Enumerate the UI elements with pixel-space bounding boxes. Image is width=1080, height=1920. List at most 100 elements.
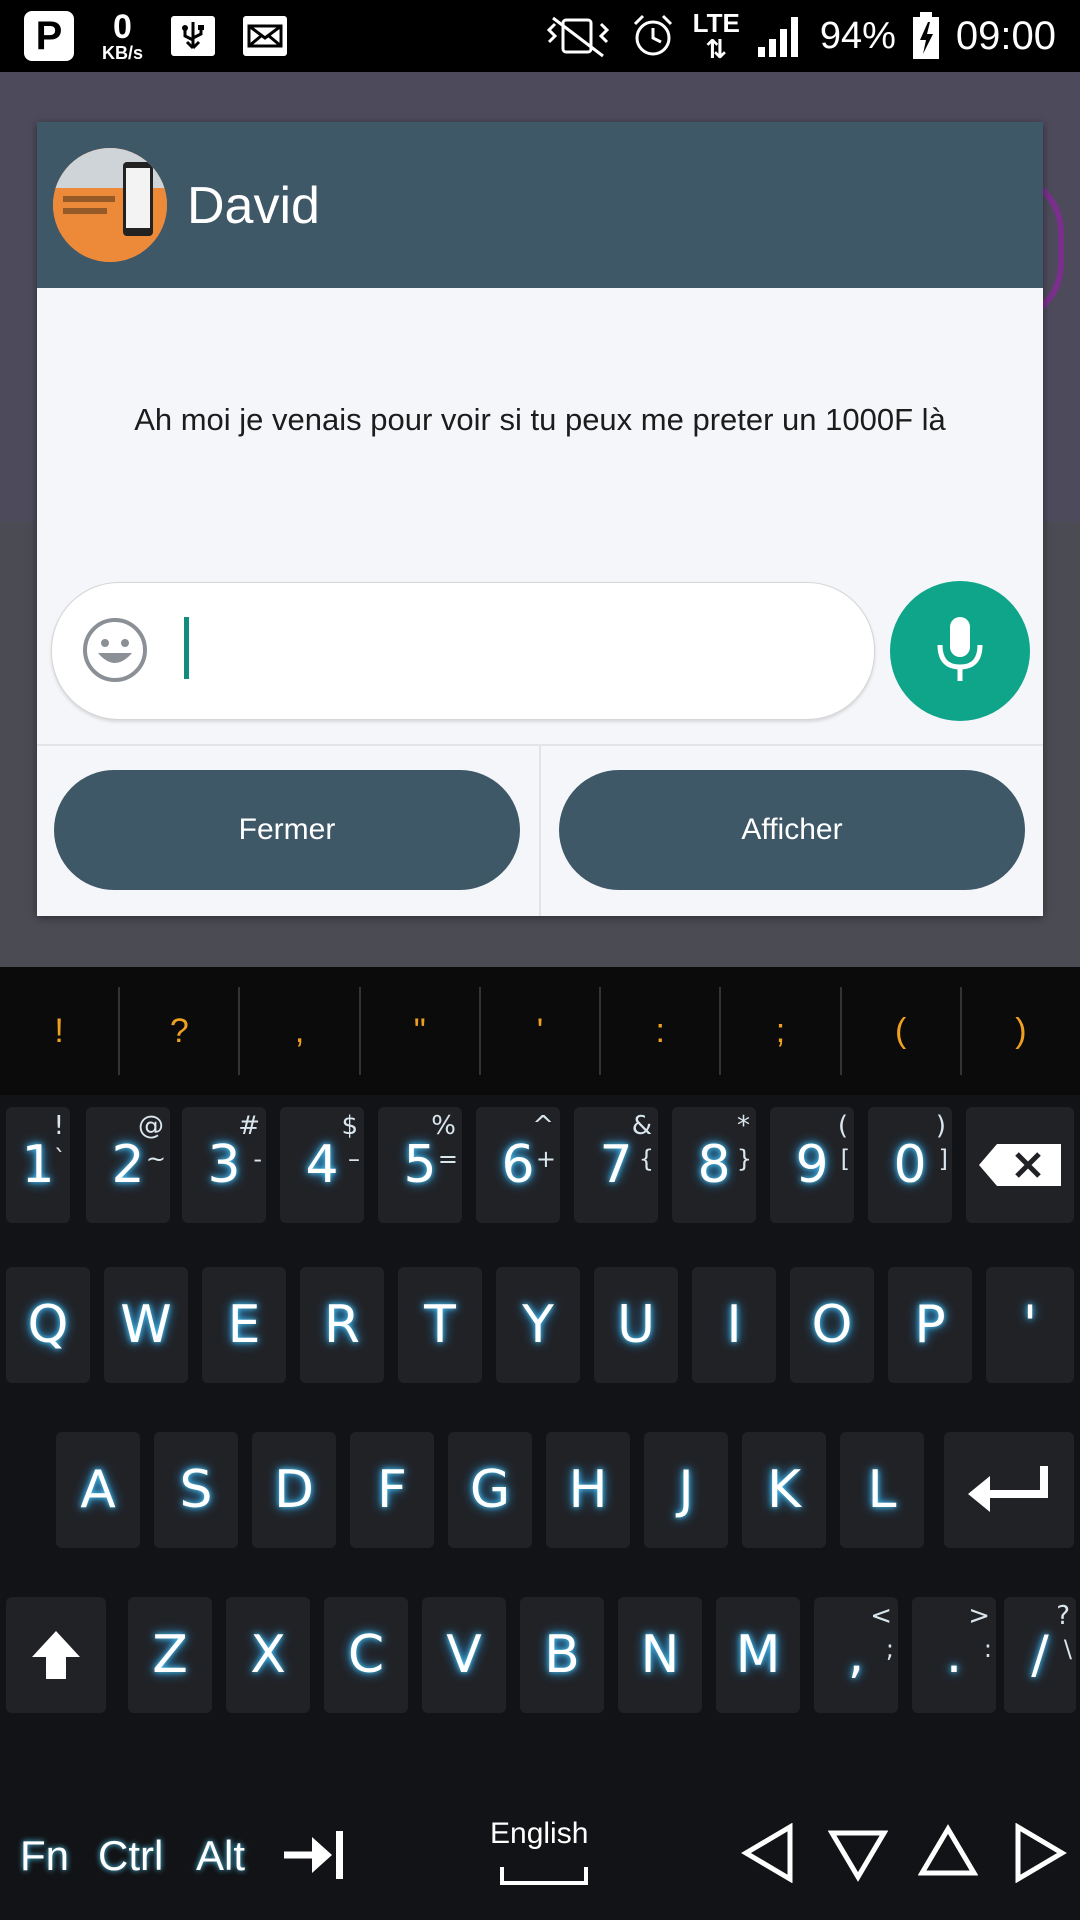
key-7-main: 7 <box>599 1135 633 1195</box>
key-f[interactable]: F <box>350 1432 434 1548</box>
net-speed: 0 KB/s <box>102 10 143 62</box>
symbol-key[interactable]: , <box>240 987 361 1075</box>
key-5-alt: % <box>431 1111 456 1141</box>
symbol-key[interactable]: ! <box>0 987 121 1075</box>
key-slash-main: / <box>1031 1625 1049 1685</box>
usb-icon <box>171 16 216 56</box>
key-slash[interactable]: /? \ <box>1004 1597 1076 1713</box>
key-q[interactable]: Q <box>6 1267 90 1383</box>
symbol-key[interactable]: ' <box>481 987 602 1075</box>
symbol-key[interactable]: ( <box>842 987 962 1075</box>
key-s[interactable]: S <box>154 1432 238 1548</box>
key-1-alt: ! <box>53 1111 64 1141</box>
symbol-key[interactable]: ? <box>120 987 241 1075</box>
key-k[interactable]: K <box>742 1432 826 1548</box>
key-h[interactable]: H <box>546 1432 630 1548</box>
key-comma[interactable]: , <; <box>814 1597 898 1713</box>
key-r[interactable]: R <box>300 1267 384 1383</box>
space-bar-indicator[interactable] <box>500 1867 588 1885</box>
key-comma-main: , <box>847 1625 865 1685</box>
key-g[interactable]: G <box>448 1432 532 1548</box>
key-8-alt: * <box>737 1111 750 1141</box>
status-left: P 0 KB/s <box>24 10 288 62</box>
key-0-alt2: ] <box>938 1145 948 1173</box>
mail-icon <box>243 16 288 56</box>
key-p[interactable]: P <box>888 1267 972 1383</box>
key-u[interactable]: U <box>594 1267 678 1383</box>
backspace-key[interactable] <box>966 1107 1074 1223</box>
shift-key[interactable] <box>6 1597 106 1713</box>
key-l[interactable]: L <box>840 1432 924 1548</box>
show-button[interactable]: Afficher <box>559 770 1025 890</box>
key-0-main: 0 <box>893 1135 927 1195</box>
key-5[interactable]: 5% = <box>378 1107 462 1223</box>
key-t[interactable]: T <box>398 1267 482 1383</box>
signal-icon <box>757 17 798 57</box>
key-7[interactable]: 7 & { <box>574 1107 658 1223</box>
key-3[interactable]: 3 # - <box>182 1107 266 1223</box>
arrow-left-icon[interactable] <box>740 1823 796 1883</box>
key-b[interactable]: B <box>520 1597 604 1713</box>
symbol-key[interactable]: " <box>361 987 481 1075</box>
symbol-key[interactable]: ; <box>721 987 842 1075</box>
key-z[interactable]: Z <box>128 1597 212 1713</box>
key-8[interactable]: 8 *} <box>672 1107 756 1223</box>
symbol-key[interactable]: : <box>601 987 722 1075</box>
avatar <box>53 148 167 262</box>
key-v[interactable]: V <box>422 1597 506 1713</box>
key-e[interactable]: E <box>202 1267 286 1383</box>
button-divider <box>539 746 541 916</box>
key-m[interactable]: M <box>716 1597 800 1713</box>
key-period[interactable]: . >: <box>912 1597 996 1713</box>
battery-percent: 94% <box>819 14 896 57</box>
key-period-alt2: : <box>983 1635 992 1663</box>
key-6[interactable]: 6 ^ + <box>476 1107 560 1223</box>
key-c[interactable]: C <box>324 1597 408 1713</box>
emoji-icon[interactable] <box>82 617 148 683</box>
status-bar: P 0 KB/s LTE ⇅ 94% 09:00 <box>0 0 1080 72</box>
mic-button[interactable] <box>890 581 1030 721</box>
key-6-alt2: + <box>535 1145 556 1173</box>
clock: 09:00 <box>955 13 1056 58</box>
key-2[interactable]: 2 @ ~ <box>86 1107 170 1223</box>
key-5-alt2: = <box>437 1145 458 1173</box>
key-o[interactable]: O <box>790 1267 874 1383</box>
key-a[interactable]: A <box>56 1432 140 1548</box>
alarm-icon <box>633 14 672 56</box>
key-7-alt2: { <box>638 1145 654 1173</box>
key-9-main: 9 <box>795 1135 829 1195</box>
key-y[interactable]: Y <box>496 1267 580 1383</box>
key-x[interactable]: X <box>226 1597 310 1713</box>
key-comma-alt: < <box>870 1601 892 1631</box>
key-1[interactable]: 1! ` <box>6 1107 70 1223</box>
key-9[interactable]: 9 ([ <box>770 1107 854 1223</box>
key-comma-alt2: ; <box>885 1635 894 1663</box>
key-0[interactable]: 0)] <box>868 1107 952 1223</box>
key-2-alt2: ~ <box>145 1145 166 1173</box>
key-i[interactable]: I <box>692 1267 776 1383</box>
key-w[interactable]: W <box>104 1267 188 1383</box>
key-3-alt: # <box>238 1111 260 1141</box>
key-4[interactable]: 4 $ – <box>280 1107 364 1223</box>
arrow-right-icon[interactable] <box>1012 1823 1068 1883</box>
alt-key[interactable]: Alt <box>196 1832 245 1880</box>
key-j[interactable]: J <box>644 1432 728 1548</box>
tab-key-icon[interactable] <box>282 1827 348 1883</box>
key-1-main: 1 <box>21 1135 55 1195</box>
key-4-alt: $ <box>341 1111 358 1141</box>
key-d[interactable]: D <box>252 1432 336 1548</box>
language-switch[interactable]: English <box>490 1817 588 1851</box>
close-button[interactable]: Fermer <box>54 770 520 890</box>
reply-input[interactable] <box>51 582 875 720</box>
avatar-image <box>53 148 167 262</box>
key-0-alt: ) <box>935 1111 946 1141</box>
key-apostrophe[interactable]: ' <box>986 1267 1074 1383</box>
arrow-up-icon[interactable] <box>918 1823 978 1879</box>
enter-key[interactable] <box>944 1432 1074 1548</box>
ctrl-key[interactable]: Ctrl <box>98 1832 163 1880</box>
fn-key[interactable]: Fn <box>20 1832 69 1880</box>
arrow-down-icon[interactable] <box>828 1827 888 1883</box>
symbol-key[interactable]: ) <box>962 987 1080 1075</box>
lte-indicator: LTE ⇅ <box>693 10 740 62</box>
key-n[interactable]: N <box>618 1597 702 1713</box>
